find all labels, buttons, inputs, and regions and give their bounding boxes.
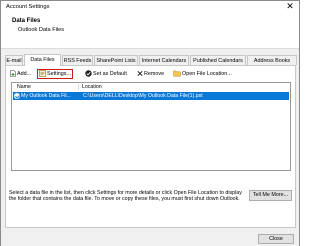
close-icon[interactable]: ✕ <box>283 1 297 12</box>
open-file-location-button[interactable]: Open File Location... <box>173 69 232 79</box>
add-label: Add... <box>17 71 32 77</box>
settings-icon <box>39 70 46 77</box>
close-button[interactable]: Close <box>258 234 294 244</box>
column-header-location[interactable]: Location <box>82 84 102 90</box>
tab-sharepoint-lists[interactable]: SharePoint Lists <box>94 55 138 65</box>
remove-label: Remove <box>144 71 165 77</box>
window-title: Account Settings <box>6 4 50 10</box>
column-divider <box>78 84 79 90</box>
tab-published-calendars[interactable]: Published Calendars <box>190 55 246 65</box>
title-bar: Account Settings ✕ <box>1 1 299 13</box>
open-file-location-label: Open File Location... <box>182 71 232 77</box>
remove-button[interactable]: Remove <box>137 69 164 79</box>
header-subtitle: Outlook Data Files <box>18 27 65 33</box>
add-button[interactable]: Add... <box>10 69 31 79</box>
set-as-default-label: Set as Default <box>93 71 127 77</box>
set-as-default-button[interactable]: Set as Default <box>85 69 127 79</box>
remove-x-icon <box>137 71 143 77</box>
add-file-icon <box>10 70 16 77</box>
data-files-list[interactable]: Name Location My Outlook Data Fil... C:\… <box>11 82 291 171</box>
default-check-icon <box>14 93 20 99</box>
settings-button[interactable]: Settings... <box>37 69 73 79</box>
checkmark-circle-icon <box>85 70 92 77</box>
tab-email[interactable]: E-mail <box>5 55 23 65</box>
tab-data-files[interactable]: Data Files <box>24 54 61 66</box>
data-file-location: C:\Users\DELL\Desktop\My Outlook Data Fi… <box>83 93 203 99</box>
tab-rss-feeds[interactable]: RSS Feeds <box>62 55 93 65</box>
folder-icon <box>173 70 181 77</box>
toolbar: Add... Settings... Set as Default Remove… <box>9 69 293 79</box>
account-settings-window: Account Settings ✕ Data Files Outlook Da… <box>0 0 300 246</box>
help-description: Select a data file in the list, then cli… <box>9 190 242 203</box>
data-files-panel: Add... Settings... Set as Default Remove… <box>5 65 296 228</box>
tab-internet-calendars[interactable]: Internet Calendars <box>139 55 189 65</box>
tell-me-more-button[interactable]: Tell Me More... <box>249 190 292 201</box>
dialog-header: Data Files Outlook Data Files <box>1 13 299 51</box>
tab-strip: E-mail Data Files RSS Feeds SharePoint L… <box>5 54 297 66</box>
list-item[interactable]: My Outlook Data Fil... C:\Users\DELL\Des… <box>13 92 289 100</box>
tab-address-books[interactable]: Address Books <box>247 55 297 65</box>
column-header-name[interactable]: Name <box>17 84 31 90</box>
settings-label: Settings... <box>47 71 71 77</box>
list-header: Name Location <box>12 83 290 91</box>
dialog-content: E-mail Data Files RSS Feeds SharePoint L… <box>1 48 299 233</box>
header-title: Data Files <box>12 18 41 24</box>
dialog-footer: Close <box>1 233 299 246</box>
data-file-name: My Outlook Data Fil... <box>21 93 71 99</box>
